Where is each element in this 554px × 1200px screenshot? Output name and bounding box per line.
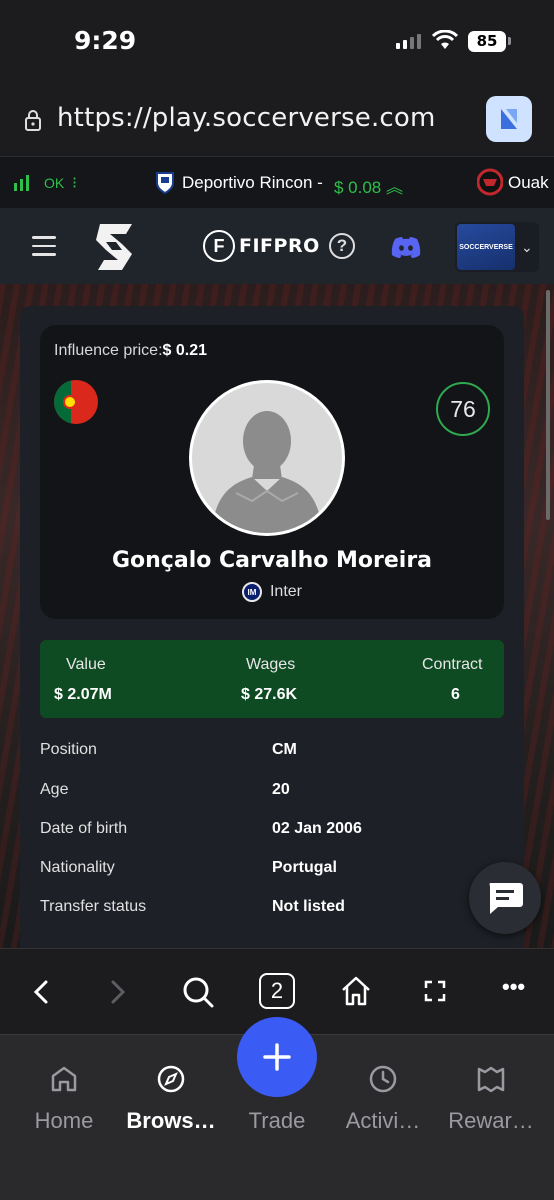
- contract-label: Contract: [422, 656, 483, 673]
- tab-browse[interactable]: Brows…: [116, 1062, 226, 1134]
- ticker-price-value: $ 0.08: [334, 178, 382, 197]
- fifpro-icon: F: [203, 230, 235, 262]
- tab-trade-label[interactable]: Trade: [222, 1108, 332, 1134]
- player-rating: 76: [436, 382, 490, 436]
- club-crest: SOCCERVERSE: [457, 224, 515, 270]
- detail-value: 02 Jan 2006: [272, 820, 362, 837]
- player-avatar: [189, 380, 345, 536]
- home-tab-icon: [9, 1062, 119, 1096]
- chat-button[interactable]: [469, 862, 541, 934]
- forward-icon[interactable]: [107, 978, 129, 1006]
- ticker-status: OK: [44, 175, 65, 191]
- inter-crest-icon: IM: [241, 582, 262, 602]
- ticker-price: $ 0.08 ︽: [334, 173, 403, 198]
- discord-icon[interactable]: [391, 236, 421, 258]
- influence-price: Influence price:$ 0.21: [54, 342, 207, 360]
- help-icon[interactable]: ?: [329, 233, 355, 259]
- detail-label: Position: [40, 741, 97, 758]
- tab-activity[interactable]: Activi…: [328, 1062, 438, 1134]
- lock-icon: [25, 110, 41, 131]
- tabs-count-button[interactable]: 2: [259, 973, 295, 1009]
- detail-value: Portugal: [272, 859, 337, 876]
- wages-amount: $ 27.6K: [241, 686, 298, 703]
- detail-value: CM: [272, 741, 297, 758]
- club-crest-icon: [477, 168, 503, 196]
- tab-home[interactable]: Home: [9, 1062, 119, 1134]
- tab-rewards[interactable]: Rewar…: [436, 1062, 546, 1134]
- tab-label: Rewar…: [448, 1108, 534, 1133]
- tab-label: Brows…: [126, 1108, 216, 1133]
- detail-label: Date of birth: [40, 820, 128, 837]
- influence-value: $ 0.21: [162, 342, 207, 359]
- home-icon[interactable]: [339, 974, 373, 1008]
- battery-indicator: 85: [468, 31, 506, 52]
- value-label: Value: [66, 656, 106, 673]
- value-amount: $ 2.07M: [54, 686, 112, 703]
- more-options-icon[interactable]: •••: [502, 974, 525, 1000]
- tab-label: Activi…: [345, 1108, 421, 1133]
- chevron-down-icon: ⌄: [521, 238, 533, 255]
- player-stats-box: [40, 640, 504, 718]
- scrollbar[interactable]: [546, 290, 550, 520]
- chat-icon: [489, 883, 523, 914]
- wifi-icon: [432, 30, 458, 49]
- person-silhouette-icon: [212, 411, 322, 533]
- price-up-icon: ︽: [386, 178, 403, 197]
- ticker-separator: ⁝: [72, 175, 78, 192]
- fifpro-label: FIFPRO: [239, 235, 320, 257]
- soccerverse-logo[interactable]: [92, 220, 138, 274]
- trade-button[interactable]: [237, 1017, 317, 1097]
- clock-icon: [328, 1062, 438, 1096]
- compass-icon: [116, 1062, 226, 1096]
- detail-label: Transfer status: [40, 898, 147, 915]
- search-icon[interactable]: [181, 975, 215, 1009]
- portugal-flag-icon: [54, 380, 98, 424]
- rewards-icon: [436, 1062, 546, 1096]
- status-time: 9:29: [74, 26, 137, 55]
- status-bar: 9:29 85: [0, 0, 554, 84]
- tab-label: Home: [34, 1108, 94, 1133]
- back-icon[interactable]: [30, 978, 52, 1006]
- influence-label: Influence price:: [54, 342, 163, 359]
- player-club-name[interactable]: Inter: [270, 583, 302, 601]
- extension-icon[interactable]: [486, 96, 532, 142]
- battery-tip: [508, 37, 511, 45]
- contract-amount: 6: [451, 686, 460, 703]
- detail-value: 20: [272, 781, 290, 798]
- club-crest-icon: [156, 172, 174, 195]
- market-bars-icon: [14, 175, 29, 191]
- url-bar[interactable]: https://play.soccerverse.com: [0, 84, 554, 156]
- detail-value: Not listed: [272, 898, 345, 915]
- fifpro-logo[interactable]: F FIFPRO: [203, 230, 320, 262]
- ticker-club-name[interactable]: Deportivo Rincon -: [182, 173, 323, 193]
- url-text[interactable]: https://play.soccerverse.com: [57, 103, 436, 133]
- cellular-signal-icon: [396, 34, 421, 49]
- wages-label: Wages: [246, 656, 296, 673]
- plus-icon: [263, 1043, 291, 1071]
- app-header: F FIFPRO ? SOCCERVERSE ⌄: [0, 208, 554, 284]
- detail-label: Age: [40, 781, 69, 798]
- player-club[interactable]: IM Inter: [40, 582, 504, 602]
- fullscreen-icon[interactable]: [424, 980, 446, 1002]
- ticker-club-name-next[interactable]: Ouak: [508, 173, 549, 193]
- player-name: Gonçalo Carvalho Moreira: [111, 548, 433, 573]
- hamburger-menu-icon[interactable]: [32, 236, 56, 262]
- detail-label: Nationality: [40, 859, 115, 876]
- club-selector[interactable]: SOCCERVERSE ⌄: [455, 222, 539, 272]
